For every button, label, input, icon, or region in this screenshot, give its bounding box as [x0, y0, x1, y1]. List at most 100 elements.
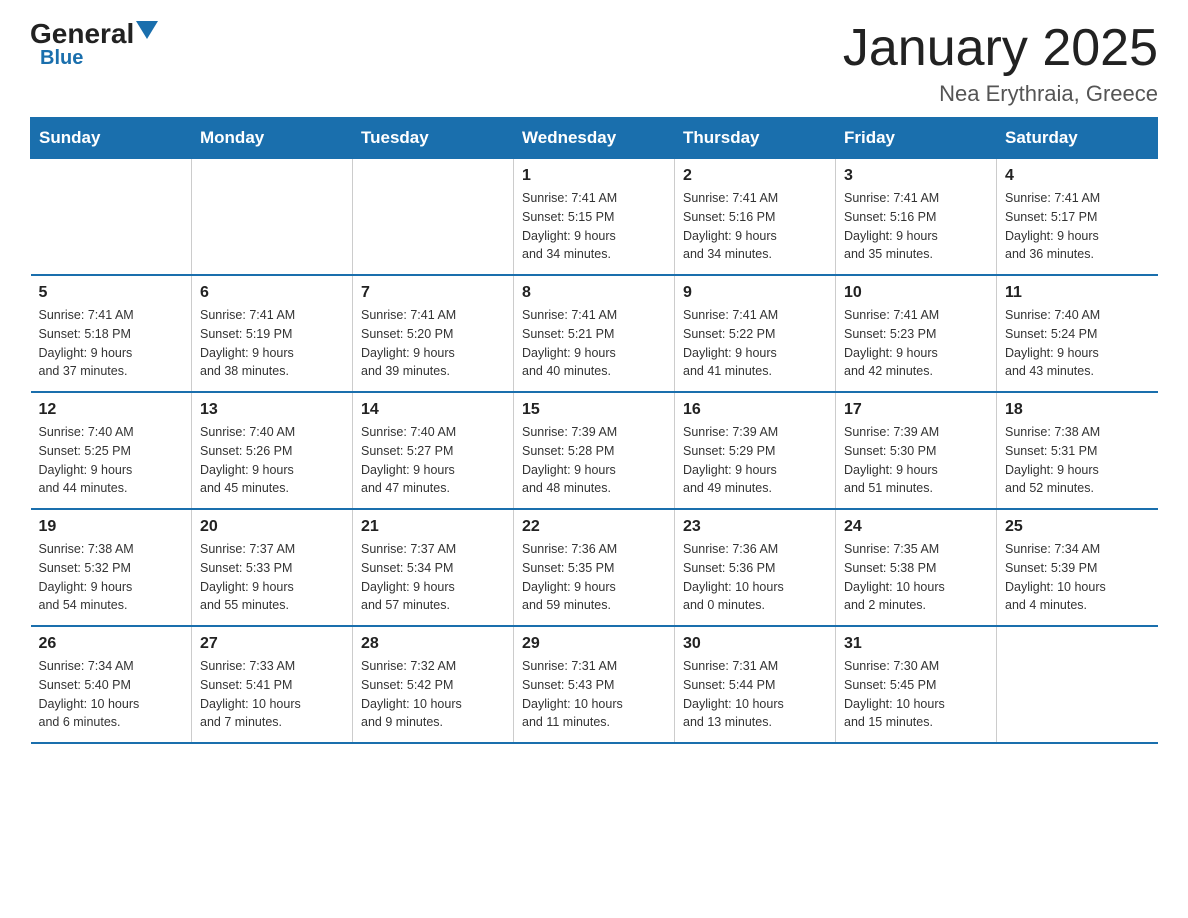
calendar-cell: 17 Sunrise: 7:39 AMSunset: 5:30 PMDayligh…	[836, 392, 997, 509]
day-number: 18	[1005, 401, 1150, 419]
day-info: Sunrise: 7:41 AMSunset: 5:18 PMDaylight:…	[39, 306, 184, 381]
logo-arrow-icon	[136, 21, 158, 43]
week-row-1: 1 Sunrise: 7:41 AMSunset: 5:15 PMDaylight…	[31, 159, 1158, 276]
day-number: 23	[683, 518, 827, 536]
day-number: 31	[844, 635, 988, 653]
calendar-cell: 23 Sunrise: 7:36 AMSunset: 5:36 PMDayligh…	[675, 509, 836, 626]
day-number: 12	[39, 401, 184, 419]
weekday-header-tuesday: Tuesday	[353, 118, 514, 159]
day-info: Sunrise: 7:32 AMSunset: 5:42 PMDaylight:…	[361, 657, 505, 732]
calendar-cell: 7Sunrise: 7:41 AMSunset: 5:20 PMDaylight…	[353, 275, 514, 392]
day-info: Sunrise: 7:39 AMSunset: 5:30 PMDaylight:…	[844, 423, 988, 498]
calendar: SundayMondayTuesdayWednesdayThursdayFrid…	[30, 117, 1158, 744]
day-info: Sunrise: 7:41 AMSunset: 5:23 PMDaylight:…	[844, 306, 988, 381]
calendar-cell: 29Sunrise: 7:31 AMSunset: 5:43 PMDayligh…	[514, 626, 675, 743]
calendar-cell: 14Sunrise: 7:40 AMSunset: 5:27 PMDayligh…	[353, 392, 514, 509]
weekday-header-sunday: Sunday	[31, 118, 192, 159]
calendar-cell: 30 Sunrise: 7:31 AMSunset: 5:44 PMDayligh…	[675, 626, 836, 743]
calendar-cell: 28 Sunrise: 7:32 AMSunset: 5:42 PMDayligh…	[353, 626, 514, 743]
calendar-cell: 13 Sunrise: 7:40 AMSunset: 5:26 PMDayligh…	[192, 392, 353, 509]
weekday-header-saturday: Saturday	[997, 118, 1158, 159]
calendar-header: SundayMondayTuesdayWednesdayThursdayFrid…	[31, 118, 1158, 159]
day-info: Sunrise: 7:38 AMSunset: 5:32 PMDaylight:…	[39, 540, 184, 615]
calendar-cell: 25Sunrise: 7:34 AMSunset: 5:39 PMDayligh…	[997, 509, 1158, 626]
day-number: 2	[683, 167, 827, 185]
day-info: Sunrise: 7:41 AMSunset: 5:16 PMDaylight:…	[844, 189, 988, 264]
day-info: Sunrise: 7:34 AMSunset: 5:40 PMDaylight:…	[39, 657, 184, 732]
day-info: Sunrise: 7:36 AMSunset: 5:35 PMDaylight:…	[522, 540, 666, 615]
day-info: Sunrise: 7:41 AMSunset: 5:22 PMDaylight:…	[683, 306, 827, 381]
calendar-cell: 26 Sunrise: 7:34 AMSunset: 5:40 PMDayligh…	[31, 626, 192, 743]
day-info: Sunrise: 7:33 AMSunset: 5:41 PMDaylight:…	[200, 657, 344, 732]
day-number: 5	[39, 284, 184, 302]
calendar-cell: 24 Sunrise: 7:35 AMSunset: 5:38 PMDayligh…	[836, 509, 997, 626]
weekday-header-thursday: Thursday	[675, 118, 836, 159]
day-number: 15	[522, 401, 666, 419]
day-number: 6	[200, 284, 344, 302]
logo: General Blue	[30, 20, 158, 68]
day-number: 27	[200, 635, 344, 653]
day-info: Sunrise: 7:37 AMSunset: 5:34 PMDaylight:…	[361, 540, 505, 615]
weekday-header-friday: Friday	[836, 118, 997, 159]
weekday-header-wednesday: Wednesday	[514, 118, 675, 159]
logo-general-text: General	[30, 20, 134, 48]
day-number: 8	[522, 284, 666, 302]
day-info: Sunrise: 7:40 AMSunset: 5:27 PMDaylight:…	[361, 423, 505, 498]
day-info: Sunrise: 7:41 AMSunset: 5:16 PMDaylight:…	[683, 189, 827, 264]
day-number: 13	[200, 401, 344, 419]
day-info: Sunrise: 7:38 AMSunset: 5:31 PMDaylight:…	[1005, 423, 1150, 498]
calendar-cell: 9Sunrise: 7:41 AMSunset: 5:22 PMDaylight…	[675, 275, 836, 392]
calendar-cell: 31Sunrise: 7:30 AMSunset: 5:45 PMDayligh…	[836, 626, 997, 743]
day-info: Sunrise: 7:35 AMSunset: 5:38 PMDaylight:…	[844, 540, 988, 615]
day-number: 29	[522, 635, 666, 653]
day-number: 4	[1005, 167, 1150, 185]
day-number: 19	[39, 518, 184, 536]
month-title: January 2025	[843, 20, 1158, 77]
day-info: Sunrise: 7:41 AMSunset: 5:21 PMDaylight:…	[522, 306, 666, 381]
calendar-cell: 5 Sunrise: 7:41 AMSunset: 5:18 PMDaylight…	[31, 275, 192, 392]
calendar-cell: 15 Sunrise: 7:39 AMSunset: 5:28 PMDayligh…	[514, 392, 675, 509]
day-number: 28	[361, 635, 505, 653]
calendar-cell: 27 Sunrise: 7:33 AMSunset: 5:41 PMDayligh…	[192, 626, 353, 743]
calendar-cell: 11Sunrise: 7:40 AMSunset: 5:24 PMDayligh…	[997, 275, 1158, 392]
day-number: 26	[39, 635, 184, 653]
calendar-cell: 1 Sunrise: 7:41 AMSunset: 5:15 PMDaylight…	[514, 159, 675, 276]
calendar-cell: 20 Sunrise: 7:37 AMSunset: 5:33 PMDayligh…	[192, 509, 353, 626]
day-info: Sunrise: 7:36 AMSunset: 5:36 PMDaylight:…	[683, 540, 827, 615]
day-number: 24	[844, 518, 988, 536]
day-number: 1	[522, 167, 666, 185]
calendar-cell: 6 Sunrise: 7:41 AMSunset: 5:19 PMDaylight…	[192, 275, 353, 392]
day-number: 3	[844, 167, 988, 185]
calendar-cell: 22 Sunrise: 7:36 AMSunset: 5:35 PMDayligh…	[514, 509, 675, 626]
calendar-cell	[997, 626, 1158, 743]
day-number: 30	[683, 635, 827, 653]
calendar-cell: 12Sunrise: 7:40 AMSunset: 5:25 PMDayligh…	[31, 392, 192, 509]
week-row-5: 26 Sunrise: 7:34 AMSunset: 5:40 PMDayligh…	[31, 626, 1158, 743]
day-info: Sunrise: 7:41 AMSunset: 5:17 PMDaylight:…	[1005, 189, 1150, 264]
day-info: Sunrise: 7:39 AMSunset: 5:28 PMDaylight:…	[522, 423, 666, 498]
week-row-2: 5 Sunrise: 7:41 AMSunset: 5:18 PMDaylight…	[31, 275, 1158, 392]
calendar-cell: 16 Sunrise: 7:39 AMSunset: 5:29 PMDayligh…	[675, 392, 836, 509]
calendar-cell: 10Sunrise: 7:41 AMSunset: 5:23 PMDayligh…	[836, 275, 997, 392]
day-number: 21	[361, 518, 505, 536]
calendar-cell: 18 Sunrise: 7:38 AMSunset: 5:31 PMDayligh…	[997, 392, 1158, 509]
day-info: Sunrise: 7:39 AMSunset: 5:29 PMDaylight:…	[683, 423, 827, 498]
day-info: Sunrise: 7:40 AMSunset: 5:26 PMDaylight:…	[200, 423, 344, 498]
calendar-cell: 21 Sunrise: 7:37 AMSunset: 5:34 PMDayligh…	[353, 509, 514, 626]
day-number: 25	[1005, 518, 1150, 536]
day-number: 16	[683, 401, 827, 419]
day-number: 22	[522, 518, 666, 536]
day-info: Sunrise: 7:41 AMSunset: 5:19 PMDaylight:…	[200, 306, 344, 381]
day-info: Sunrise: 7:41 AMSunset: 5:20 PMDaylight:…	[361, 306, 505, 381]
calendar-cell: 8 Sunrise: 7:41 AMSunset: 5:21 PMDaylight…	[514, 275, 675, 392]
day-number: 17	[844, 401, 988, 419]
day-info: Sunrise: 7:40 AMSunset: 5:24 PMDaylight:…	[1005, 306, 1150, 381]
day-number: 20	[200, 518, 344, 536]
day-info: Sunrise: 7:41 AMSunset: 5:15 PMDaylight:…	[522, 189, 666, 264]
calendar-cell	[192, 159, 353, 276]
calendar-cell	[353, 159, 514, 276]
day-info: Sunrise: 7:37 AMSunset: 5:33 PMDaylight:…	[200, 540, 344, 615]
calendar-cell	[31, 159, 192, 276]
day-info: Sunrise: 7:31 AMSunset: 5:44 PMDaylight:…	[683, 657, 827, 732]
week-row-3: 12Sunrise: 7:40 AMSunset: 5:25 PMDayligh…	[31, 392, 1158, 509]
